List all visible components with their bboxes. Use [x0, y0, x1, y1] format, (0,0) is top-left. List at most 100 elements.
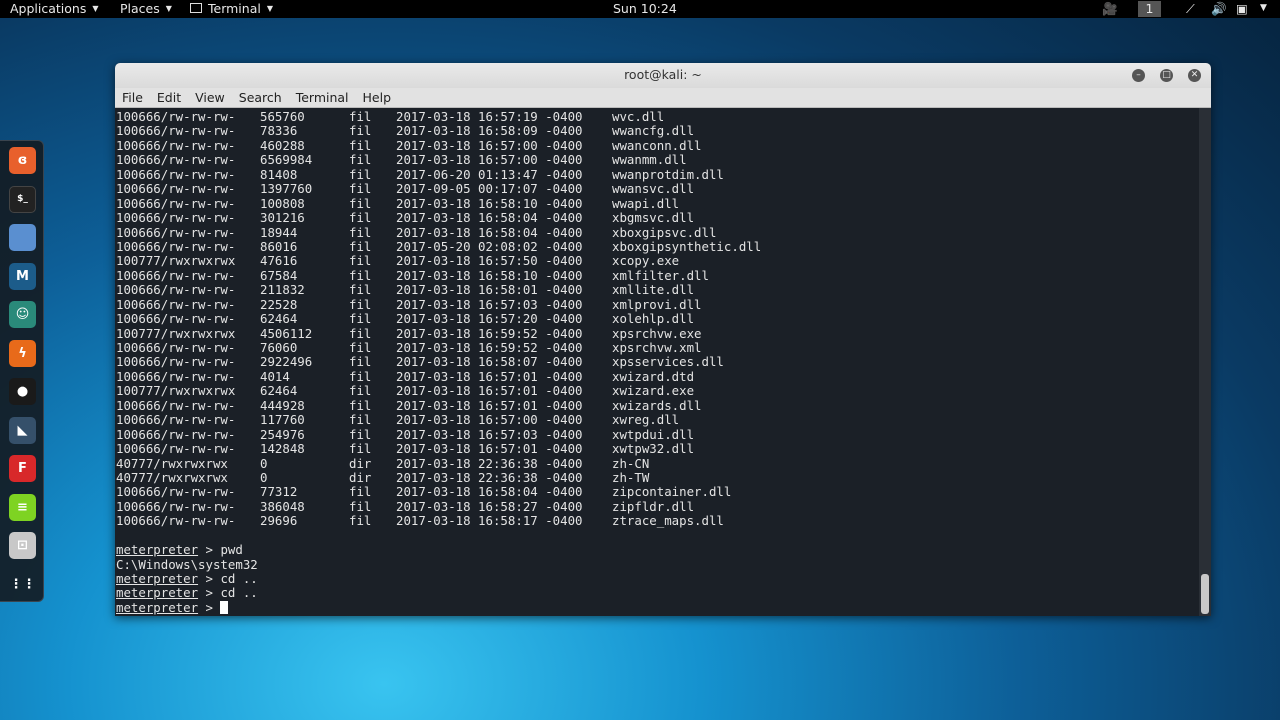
listing-type: fil — [349, 210, 372, 226]
listing-name: wwapi.dll — [612, 195, 680, 211]
listing-row: 100666/rw-rw-rw- 460288 fil 2017-03-18 16:5… — [116, 137, 1198, 153]
firefox-icon[interactable]: ɞ — [9, 147, 36, 174]
listing-size: 78336 — [260, 123, 298, 139]
terminal-small-icon — [190, 3, 202, 13]
places-menu[interactable]: Places ▼ — [120, 1, 172, 16]
listing-modified: 2017-03-18 16:59:52 -0400 — [396, 325, 583, 341]
listing-name: wwanprotdim.dll — [612, 166, 724, 182]
listing-type: fil — [349, 383, 372, 399]
clock[interactable]: Sun 10:24 — [613, 1, 677, 16]
listing-modified: 2017-03-18 16:58:04 -0400 — [396, 210, 583, 226]
listing-size: 565760 — [260, 109, 305, 124]
listing-mode: 100666/rw-rw-rw- — [116, 498, 236, 514]
listing-name: xwizard.dtd — [612, 368, 695, 384]
leafpad-icon[interactable]: ≡ — [9, 493, 36, 521]
listing-row: 100666/rw-rw-rw- 29696 fil 2017-03-18 16:58… — [116, 513, 1198, 529]
listing-mode: 100666/rw-rw-rw- — [116, 484, 236, 500]
listing-type: fil — [349, 282, 372, 298]
menu-edit[interactable]: Edit — [150, 88, 181, 105]
workspace-indicator[interactable]: 1 — [1138, 1, 1161, 17]
listing-type: fil — [349, 224, 372, 240]
minimize-button[interactable]: – — [1132, 69, 1145, 82]
listing-modified: 2017-03-18 16:57:50 -0400 — [396, 253, 583, 269]
listing-type: fil — [349, 311, 372, 327]
listing-name: xwtpw32.dll — [612, 441, 695, 457]
maximize-button[interactable]: □ — [1160, 69, 1173, 82]
listing-type: fil — [349, 513, 372, 529]
listing-name: wwansvc.dll — [612, 181, 695, 197]
listing-row: 100666/rw-rw-rw- 62464 fil 2017-03-18 16:57… — [116, 311, 1198, 327]
menu-search[interactable]: Search — [232, 88, 282, 105]
command-text: > cd .. — [198, 585, 258, 601]
menu-help[interactable]: Help — [356, 88, 392, 105]
listing-row: 100666/rw-rw-rw- 76060 fil 2017-03-18 16:59… — [116, 340, 1198, 355]
places-label: Places — [120, 1, 160, 16]
network-icon[interactable]: ⟋ — [1186, 1, 1195, 17]
listing-name: xbgmsvc.dll — [612, 210, 695, 226]
listing-type: fil — [349, 441, 372, 457]
listing-name: xmllite.dll — [612, 282, 695, 298]
listing-type: fil — [349, 296, 372, 312]
battery-icon[interactable]: ▣ — [1236, 1, 1248, 16]
terminal-icon[interactable]: $_ — [9, 185, 36, 213]
menu-view[interactable]: View — [188, 88, 225, 105]
listing-modified: 2017-03-18 16:58:27 -0400 — [396, 498, 583, 514]
system-menu-caret-icon[interactable]: ▼ — [1260, 3, 1267, 13]
video-camera-icon[interactable]: 🎥 — [1102, 1, 1118, 17]
listing-size: 29696 — [260, 513, 298, 529]
volume-icon[interactable]: 🔊 — [1211, 1, 1227, 17]
listing-name: wwanconn.dll — [612, 137, 702, 153]
listing-name: xwtpdui.dll — [612, 426, 695, 442]
metasploit-icon[interactable]: M — [9, 262, 36, 290]
top-panel: Applications ▼ Places ▼ Terminal ▼ Sun 10:2… — [0, 0, 1280, 18]
scrollbar-thumb[interactable] — [1201, 574, 1209, 614]
listing-mode: 100666/rw-rw-rw- — [116, 224, 236, 240]
terminal-output[interactable]: 100666/rw-rw-rw- 565760 fil 2017-03-18 16:5… — [115, 108, 1198, 616]
listing-modified: 2017-03-18 16:57:01 -0400 — [396, 441, 583, 457]
close-button[interactable]: ✕ — [1188, 69, 1201, 82]
cutycapt-icon[interactable]: ⊡ — [9, 532, 36, 559]
listing-name: xolehlp.dll — [612, 311, 695, 327]
listing-type: fil — [349, 137, 372, 153]
beef-icon[interactable]: ◣ — [9, 416, 36, 444]
listing-row: 100666/rw-rw-rw- 78336 fil 2017-03-18 16:58… — [116, 123, 1198, 139]
faraday-icon[interactable]: F — [9, 455, 36, 482]
menu-file[interactable]: File — [115, 88, 143, 105]
listing-modified: 2017-09-05 00:17:07 -0400 — [396, 181, 583, 197]
listing-type: fil — [349, 123, 372, 139]
show-apps-icon[interactable]: ⋮⋮ — [9, 571, 36, 598]
listing-modified: 2017-03-18 16:57:01 -0400 — [396, 397, 583, 413]
scrollbar[interactable] — [1199, 108, 1211, 616]
armitage-icon[interactable]: ☺ — [9, 301, 36, 328]
session-line: meterpreter > cd .. — [116, 571, 1198, 586]
listing-size: 77312 — [260, 484, 298, 500]
listing-mode: 100666/rw-rw-rw- — [116, 238, 236, 254]
listing-mode: 100777/rwxrwxrwx — [116, 325, 236, 341]
listing-row: 100777/rwxrwxrwx 4506112 fil 2017-03-18 16:… — [116, 325, 1198, 341]
files-icon[interactable] — [9, 224, 36, 251]
command-text: > — [198, 599, 221, 615]
listing-size: 18944 — [260, 224, 298, 240]
listing-row: 100666/rw-rw-rw- 77312 fil 2017-03-18 16:58… — [116, 484, 1198, 500]
listing-size: 67584 — [260, 267, 298, 283]
listing-size: 47616 — [260, 253, 298, 269]
listing-size: 2922496 — [260, 354, 313, 370]
burpsuite-icon[interactable]: ϟ — [9, 339, 36, 367]
listing-name: xboxgipsvc.dll — [612, 224, 717, 240]
listing-mode: 100666/rw-rw-rw- — [116, 166, 236, 182]
listing-mode: 100666/rw-rw-rw- — [116, 354, 236, 370]
title-bar[interactable]: root@kali: ~ – □ ✕ — [115, 63, 1211, 88]
listing-modified: 2017-03-18 16:57:19 -0400 — [396, 109, 583, 124]
listing-row: 100666/rw-rw-rw- 1397760 fil 2017-09-05 00:… — [116, 181, 1198, 197]
terminal-app-menu[interactable]: Terminal ▼ — [190, 1, 273, 16]
applications-menu[interactable]: Applications ▼ — [10, 1, 99, 16]
listing-modified: 2017-03-18 16:58:09 -0400 — [396, 123, 583, 139]
listing-type: fil — [349, 412, 372, 428]
listing-mode: 40777/rwxrwxrwx — [116, 455, 228, 471]
listing-mode: 100666/rw-rw-rw- — [116, 513, 236, 529]
maltego-icon[interactable]: ● — [9, 378, 36, 405]
listing-row: 100666/rw-rw-rw- 18944 fil 2017-03-18 16:58… — [116, 224, 1198, 240]
menu-terminal[interactable]: Terminal — [289, 88, 349, 105]
listing-modified: 2017-03-18 16:58:07 -0400 — [396, 354, 583, 370]
listing-modified: 2017-03-18 22:36:38 -0400 — [396, 469, 583, 485]
